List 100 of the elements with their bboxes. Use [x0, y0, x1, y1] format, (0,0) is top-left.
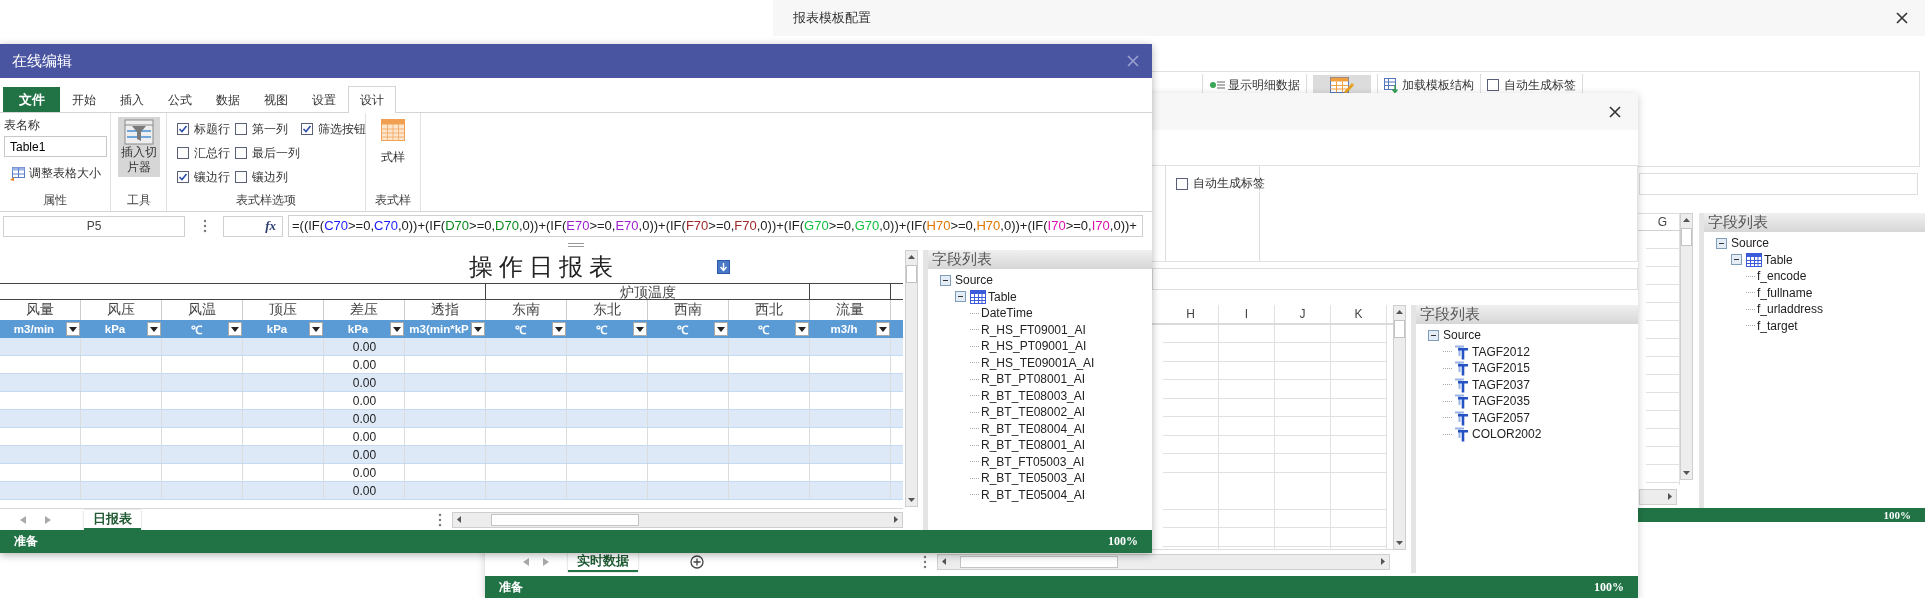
checkbox[interactable]: 镶边列 [235, 168, 301, 186]
collapse-icon[interactable] [955, 291, 966, 303]
filter-dropdown-button[interactable] [552, 322, 566, 336]
scroll-thumb[interactable] [960, 555, 1118, 568]
tree-item[interactable]: Source [1443, 328, 1482, 343]
tree-item[interactable]: DateTime [981, 306, 1033, 321]
vertical-scrollbar[interactable] [905, 250, 918, 507]
ribbon-tab[interactable]: 插入 [108, 87, 156, 112]
resize-table-button[interactable]: 调整表格大小 [10, 165, 101, 182]
tree-item[interactable]: R_BT_PT08001_AI [981, 372, 1086, 387]
tree-item[interactable]: R_BT_TE08003_AI [981, 388, 1086, 403]
checkbox[interactable]: 最后一列 [235, 144, 301, 162]
file-tab[interactable]: 文件 [3, 87, 60, 112]
column-unit: m3/min [12, 323, 56, 335]
table-edit-button[interactable] [1313, 74, 1371, 96]
tree-item[interactable]: R_BT_FT05003_AI [981, 454, 1085, 469]
insert-slicer-button[interactable]: 插入切片器 [117, 117, 160, 177]
input-field[interactable] [1152, 268, 1638, 290]
table-cell-text: 0.00 [351, 464, 378, 481]
ribbon-tab[interactable]: 视图 [252, 87, 300, 112]
tree-item[interactable]: f_target [1757, 318, 1798, 333]
caret-icon [717, 326, 725, 332]
checkbox[interactable]: 自动生成标签 [1487, 76, 1576, 94]
tree-item[interactable]: R_BT_TE08001_AI [981, 438, 1086, 453]
ribbon-tab[interactable]: 公式 [156, 87, 204, 112]
tree-item[interactable]: TAGF2035 [1472, 394, 1530, 409]
filter-dropdown-button[interactable] [147, 322, 161, 336]
horizontal-scrollbar[interactable] [1639, 488, 1677, 505]
checkbox[interactable]: 镶边行 [177, 168, 235, 186]
toolbar-button[interactable]: 显示明细数据 [1209, 76, 1300, 94]
tree-item[interactable]: R_HS_FT09001_AI [981, 322, 1086, 337]
insert-function-button[interactable]: fx [223, 215, 283, 237]
tree-item[interactable]: TAGF2015 [1472, 361, 1530, 376]
splitter-grip-icon[interactable] [568, 243, 584, 247]
checkbox[interactable]: 第一列 [235, 120, 301, 138]
tree-item[interactable]: f_fullname [1757, 285, 1813, 300]
tree-item[interactable]: R_HS_PT09001_AI [981, 339, 1087, 354]
tree-item[interactable]: TAGF2012 [1472, 344, 1530, 359]
zoom-level[interactable]: 100% [1594, 579, 1624, 595]
tree-item[interactable]: f_encode [1757, 269, 1807, 284]
collapse-icon[interactable] [1731, 254, 1742, 266]
filter-dropdown-button[interactable] [66, 322, 80, 336]
checkbox[interactable]: 自动生成标签 [1176, 175, 1265, 192]
checkbox[interactable]: 标题行 [177, 120, 235, 138]
tree-item[interactable]: R_BT_TE08004_AI [981, 421, 1086, 436]
ribbon-tab[interactable]: 设计 [348, 86, 396, 113]
tree-item[interactable]: COLOR2002 [1472, 427, 1542, 442]
tree-item[interactable]: TAGF2057 [1472, 410, 1530, 425]
sheet-tab[interactable]: 日报表 [84, 509, 141, 530]
filter-dropdown-button[interactable] [633, 322, 647, 336]
table-cell-text: 0.00 [351, 338, 378, 355]
close-icon[interactable] [1895, 11, 1909, 25]
filter-dropdown-button[interactable] [876, 322, 890, 336]
filter-dropdown-button[interactable] [795, 322, 809, 336]
zoom-level[interactable]: 100% [1108, 534, 1138, 549]
formula-field[interactable]: =((IF(C70>=0,C70,0))+(IF(D70>=0,D70,0))+(IF(E70>=0,E70,0))+(IF(F70>=0,F70,0))+(IF(G70>=0,G70,0))+(IF(H70>=0,H70,0))+(IF(I70>=0,I70,0))+ [288, 215, 1143, 237]
tree-item[interactable]: Table [1764, 252, 1793, 267]
dots-icon[interactable] [923, 554, 927, 569]
ribbon-tab[interactable]: 设置 [300, 87, 348, 112]
ribbon-tab[interactable]: 数据 [204, 87, 252, 112]
toolbar-button[interactable]: 加载模板结构 [1384, 76, 1474, 94]
input-field[interactable]: Table1 [4, 136, 107, 157]
zoom-level[interactable]: 100% [1883, 509, 1911, 521]
tree-item[interactable]: R_BT_TE05003_AI [981, 471, 1086, 486]
dots-icon[interactable] [438, 512, 442, 527]
collapse-icon[interactable] [1716, 237, 1727, 249]
filter-dropdown-button[interactable] [471, 322, 485, 336]
filter-dropdown-button[interactable] [228, 322, 242, 336]
add-sheet-icon[interactable] [690, 554, 704, 569]
filter-dropdown-button[interactable] [714, 322, 728, 336]
name-box[interactable]: P5 [3, 215, 185, 237]
scroll-thumb[interactable] [491, 513, 639, 526]
tree-item[interactable]: Table [988, 289, 1017, 304]
tree-item[interactable]: R_BT_TE08002_AI [981, 405, 1086, 420]
tree-item[interactable]: R_BT_TE05004_AI [981, 487, 1086, 502]
table-style-button[interactable]: 式样 [381, 119, 405, 166]
close-icon[interactable] [1608, 104, 1622, 119]
vertical-scrollbar[interactable] [1680, 213, 1693, 480]
checkbox[interactable]: 筛选按钮 [301, 120, 366, 138]
collapse-icon[interactable] [1428, 329, 1439, 341]
filter-dropdown-button[interactable] [309, 322, 323, 336]
filter-dropdown-button[interactable] [390, 322, 404, 336]
horizontal-scrollbar[interactable] [937, 553, 1390, 570]
collapse-icon[interactable] [940, 274, 951, 286]
sheet-tab[interactable]: 实时数据 [568, 551, 638, 572]
horizontal-scrollbar[interactable] [452, 511, 903, 528]
scroll-thumb[interactable] [906, 265, 917, 283]
input-field[interactable] [1639, 173, 1918, 195]
tree-item[interactable]: f_urladdress [1757, 302, 1824, 317]
scroll-thumb[interactable] [1681, 228, 1692, 246]
download-icon[interactable] [717, 259, 730, 274]
tree-item[interactable]: TAGF2037 [1472, 377, 1530, 392]
scroll-thumb[interactable] [1394, 320, 1405, 338]
tree-item[interactable]: Source [955, 273, 994, 288]
ribbon-tab[interactable]: 开始 [60, 87, 108, 112]
tree-item[interactable]: R_HS_TE09001A_AI [981, 355, 1095, 370]
dots-icon[interactable] [203, 219, 207, 233]
checkbox[interactable]: 汇总行 [177, 144, 235, 162]
tree-item[interactable]: Source [1731, 236, 1770, 251]
vertical-scrollbar[interactable] [1393, 305, 1406, 550]
